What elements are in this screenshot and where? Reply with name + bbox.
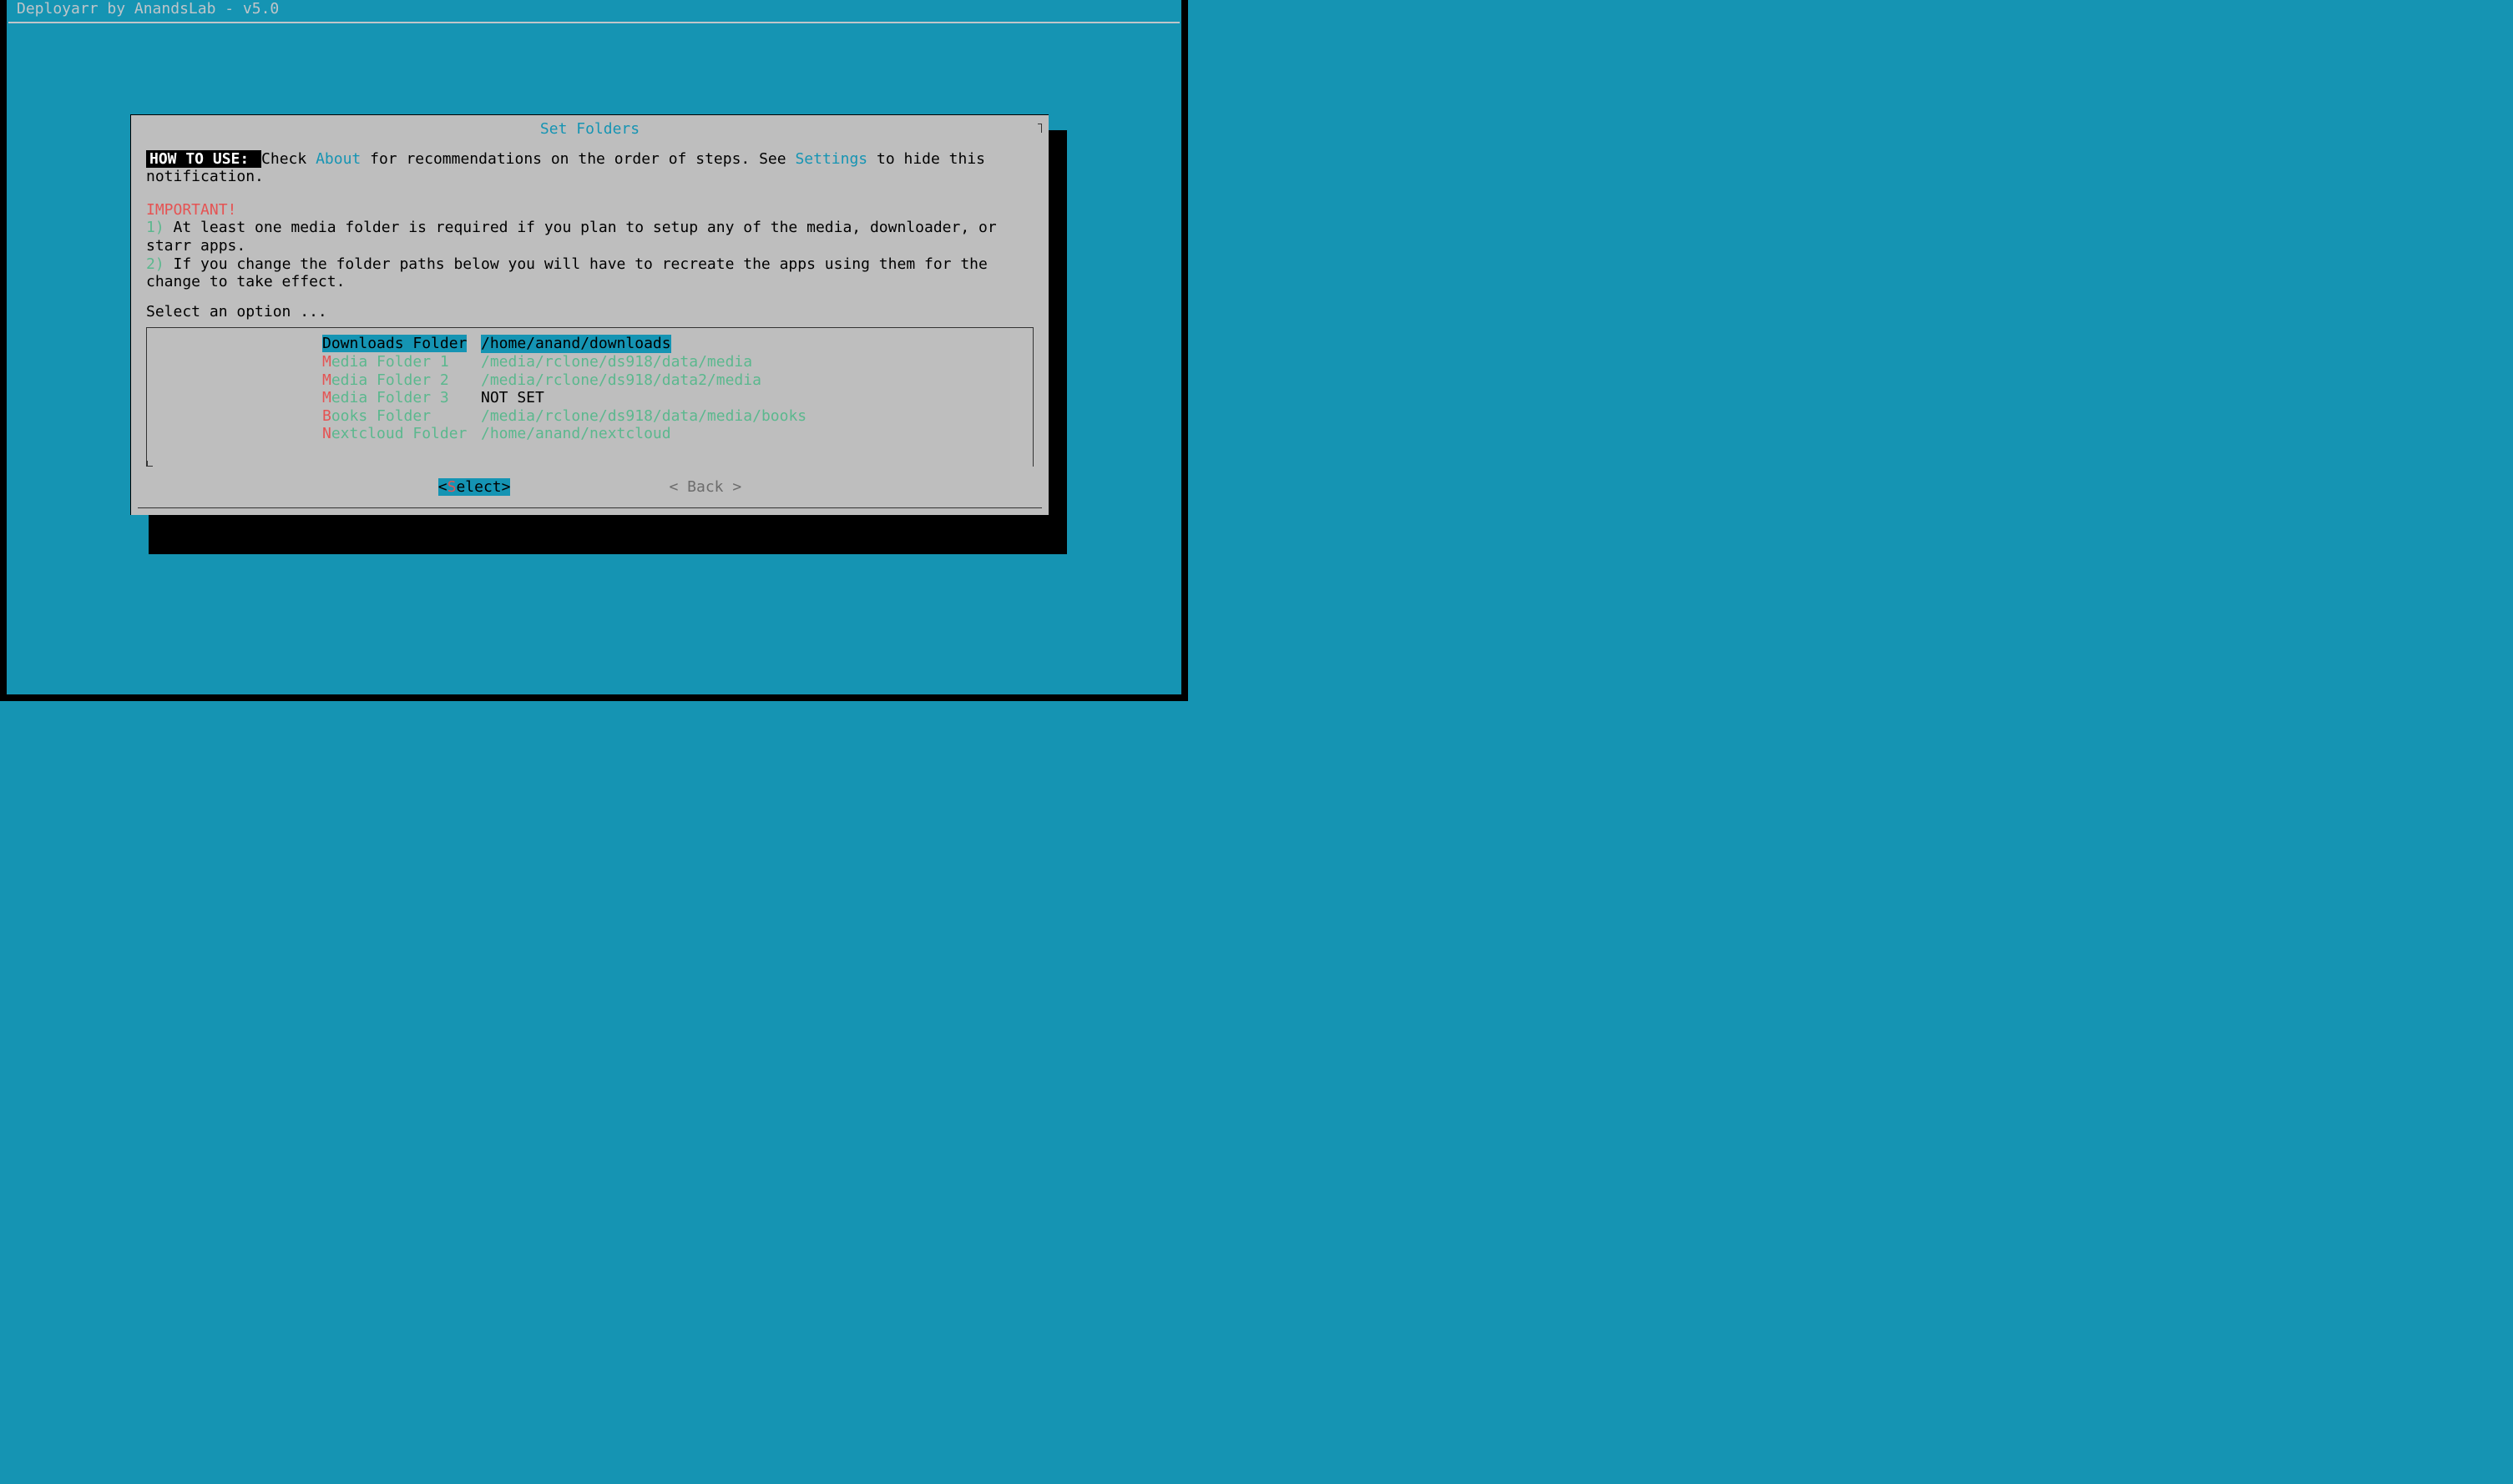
menu-item-value: /home/anand/downloads xyxy=(481,335,671,353)
note-1: 1) At least one media folder is required… xyxy=(146,219,1034,255)
menu-item[interactable]: Books Folder/media/rclone/ds918/data/med… xyxy=(147,407,1033,426)
how-to-use-notice: HOW TO USE: Check About for recommendati… xyxy=(146,150,1034,186)
select-button[interactable]: <Select> xyxy=(438,478,511,497)
important-heading: IMPORTANT! xyxy=(146,201,1034,220)
menu-item-label: Media Folder 3 xyxy=(322,389,481,407)
terminal-screen: Deployarr by AnandsLab - v5.0 Set Folder… xyxy=(0,0,1188,701)
menu-item[interactable]: Nextcloud Folder/home/anand/nextcloud xyxy=(147,425,1033,443)
back-button[interactable]: < Back > xyxy=(669,478,741,497)
how-to-use-label: HOW TO USE: xyxy=(146,150,261,168)
menu-item-value: NOT SET xyxy=(481,389,544,407)
dialog-title: Set Folders xyxy=(146,120,1034,139)
menu-item-value: /media/rclone/ds918/data2/media xyxy=(481,371,761,390)
menu-item-label: Media Folder 2 xyxy=(322,371,481,390)
menu-item[interactable]: Media Folder 3NOT SET xyxy=(147,389,1033,407)
menu-item-label: Nextcloud Folder xyxy=(322,425,481,443)
menu-item-value: /media/rclone/ds918/data/media xyxy=(481,353,752,371)
menu-item[interactable]: Media Folder 2/media/rclone/ds918/data2/… xyxy=(147,371,1033,390)
menu-item-value: /home/anand/nextcloud xyxy=(481,425,671,443)
about-link[interactable]: About xyxy=(316,150,361,168)
app-title: Deployarr by AnandsLab - v5.0 xyxy=(8,0,1180,23)
set-folders-dialog: Set Folders HOW TO USE: Check About for … xyxy=(130,114,1049,515)
menu-item-label: Downloads Folder xyxy=(322,335,481,353)
select-prompt: Select an option ... xyxy=(146,303,1034,321)
menu-item[interactable]: Media Folder 1/media/rclone/ds918/data/m… xyxy=(147,353,1033,371)
menu-item[interactable]: Downloads Folder/home/anand/downloads xyxy=(147,335,1033,353)
note-2: 2) If you change the folder paths below … xyxy=(146,255,1034,291)
dialog-buttons: <Select> < Back > xyxy=(146,478,1034,497)
menu-item-label: Books Folder xyxy=(322,407,481,426)
settings-link[interactable]: Settings xyxy=(795,150,867,168)
folder-menu: Downloads Folder/home/anand/downloadsMed… xyxy=(146,327,1034,467)
menu-item-label: Media Folder 1 xyxy=(322,353,481,371)
menu-item-value: /media/rclone/ds918/data/media/books xyxy=(481,407,806,426)
